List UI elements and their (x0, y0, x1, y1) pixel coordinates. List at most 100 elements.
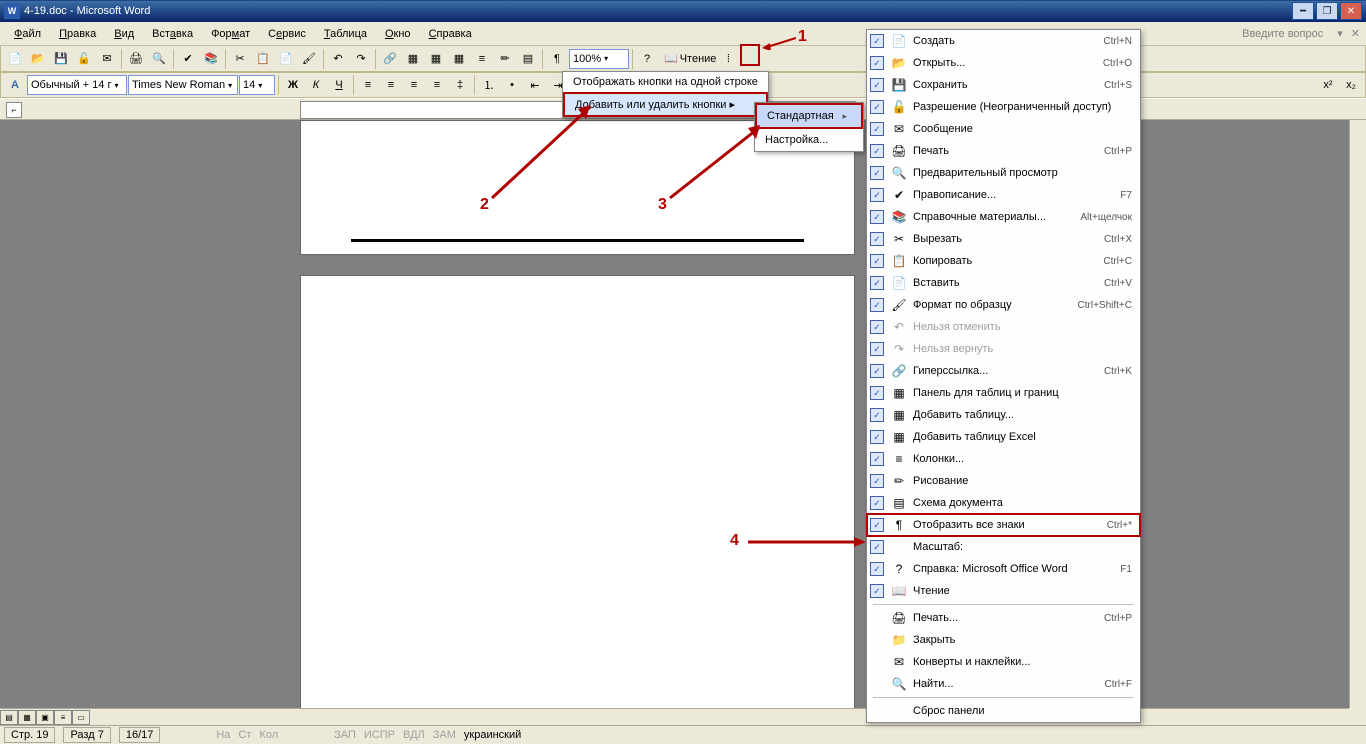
undo-button[interactable]: ↶ (327, 48, 349, 70)
align-center-button[interactable]: ≡ (380, 74, 402, 96)
save-button[interactable]: 💾 (50, 48, 72, 70)
menu-view[interactable]: Вид (106, 26, 142, 42)
cmd-item[interactable]: ✓📄ВставитьCtrl+V (867, 272, 1140, 294)
web-view-button[interactable]: ▦ (18, 710, 36, 725)
cmd-item[interactable]: ✓▦Панель для таблиц и границ (867, 382, 1140, 404)
zoom-combo[interactable]: 100%▾ (569, 49, 629, 69)
cmd-item[interactable]: ✓≡Колонки... (867, 448, 1140, 470)
redo-button[interactable]: ↷ (350, 48, 372, 70)
copy-button[interactable]: 📋 (252, 48, 274, 70)
spelling-button[interactable]: ✔ (177, 48, 199, 70)
hyperlink-button[interactable]: 🔗 (379, 48, 401, 70)
numbering-button[interactable]: ⒈ (478, 74, 500, 96)
research-button[interactable]: 📚 (200, 48, 222, 70)
mail-button[interactable]: ✉ (96, 48, 118, 70)
cmd-item[interactable]: ✓📄СоздатьCtrl+N (867, 30, 1140, 52)
style-combo[interactable]: Обычный + 14 г▾ (27, 75, 127, 95)
maximize-button[interactable]: ❐ (1316, 2, 1338, 20)
cmd-item[interactable]: ✓▦Добавить таблицу Excel (867, 426, 1140, 448)
drawing-button[interactable]: ✏ (494, 48, 516, 70)
tables-borders-button[interactable]: ▦ (402, 48, 424, 70)
permission-button[interactable]: 🔓 (73, 48, 95, 70)
cmd-item[interactable]: ✓🖌Формат по образцуCtrl+Shift+C (867, 294, 1140, 316)
justify-button[interactable]: ≡ (426, 74, 448, 96)
preview-button[interactable]: 🔍 (148, 48, 170, 70)
vertical-scrollbar[interactable] (1349, 120, 1366, 708)
cmd-item[interactable]: ✓🔗Гиперссылка...Ctrl+K (867, 360, 1140, 382)
normal-view-button[interactable]: ▤ (0, 710, 18, 725)
help-search[interactable]: Введите вопрос (1242, 28, 1331, 40)
font-combo[interactable]: Times New Roman▾ (128, 75, 238, 95)
doc-map-button[interactable]: ▤ (517, 48, 539, 70)
styles-pane-button[interactable]: A (4, 74, 26, 96)
underline-button[interactable]: Ч (328, 74, 350, 96)
align-right-button[interactable]: ≡ (403, 74, 425, 96)
show-one-row-item[interactable]: Отображать кнопки на одной строке (563, 72, 768, 92)
bullets-button[interactable]: • (501, 74, 523, 96)
cmd-item[interactable]: ✓🖨ПечатьCtrl+P (867, 140, 1140, 162)
cmd-item[interactable]: ✓💾СохранитьCtrl+S (867, 74, 1140, 96)
subscript-button[interactable]: x₂ (1340, 74, 1362, 96)
cmd-item[interactable]: ✓📚Справочные материалы...Alt+щелчок (867, 206, 1140, 228)
cut-button[interactable]: ✂ (229, 48, 251, 70)
size-combo[interactable]: 14▾ (239, 75, 275, 95)
minimize-button[interactable]: ━ (1292, 2, 1314, 20)
customize-item[interactable]: Настройка... (755, 129, 863, 151)
print-button[interactable]: 🖨 (125, 48, 147, 70)
format-painter-button[interactable]: 🖌 (298, 48, 320, 70)
cmd-item[interactable]: ✓▦Добавить таблицу... (867, 404, 1140, 426)
bold-button[interactable]: Ж (282, 74, 304, 96)
cmd-item[interactable]: ✓¶Отобразить все знакиCtrl+* (867, 514, 1140, 536)
menu-file[interactable]: Файл (6, 26, 49, 42)
menu-window[interactable]: Окно (377, 26, 419, 42)
cmd-item[interactable]: ✉Конверты и наклейки... (867, 651, 1140, 673)
close-button[interactable]: ✕ (1340, 2, 1362, 20)
menu-help[interactable]: Справка (421, 26, 480, 42)
tab-selector[interactable]: ⌐ (6, 102, 22, 118)
standard-toolbar-item[interactable]: Стандартная▸ (755, 103, 863, 129)
outline-view-button[interactable]: ≡ (54, 710, 72, 725)
cmd-item[interactable]: 🔍Найти...Ctrl+F (867, 673, 1140, 695)
line-spacing-button[interactable]: ‡ (449, 74, 471, 96)
cmd-item[interactable]: ✓📋КопироватьCtrl+C (867, 250, 1140, 272)
outdent-button[interactable]: ⇤ (524, 74, 546, 96)
insert-table-button[interactable]: ▦ (425, 48, 447, 70)
toolbar-options-button[interactable]: ⁞ (722, 48, 734, 70)
reading-view-button[interactable]: ▭ (72, 710, 90, 725)
cmd-item[interactable]: ✓↶Нельзя отменить (867, 316, 1140, 338)
cmd-item[interactable]: ✓✔Правописание...F7 (867, 184, 1140, 206)
help-button[interactable]: ? (636, 48, 658, 70)
cmd-item[interactable]: ✓✏Рисование (867, 470, 1140, 492)
superscript-button[interactable]: x² (1317, 74, 1339, 96)
cmd-item[interactable]: ✓↷Нельзя вернуть (867, 338, 1140, 360)
cmd-item[interactable]: ✓🔍Предварительный просмотр (867, 162, 1140, 184)
cmd-item[interactable]: 📁Закрыть (867, 629, 1140, 651)
columns-button[interactable]: ≡ (471, 48, 493, 70)
print-view-button[interactable]: ▣ (36, 710, 54, 725)
cmd-item[interactable]: ✓✉Сообщение (867, 118, 1140, 140)
menu-format[interactable]: Формат (203, 26, 258, 42)
menu-insert[interactable]: Вставка (144, 26, 201, 42)
menu-table[interactable]: Таблица (316, 26, 375, 42)
new-button[interactable]: 📄 (4, 48, 26, 70)
menu-edit[interactable]: Правка (51, 26, 104, 42)
italic-button[interactable]: К (305, 74, 327, 96)
cmd-item[interactable]: ✓?Справка: Microsoft Office WordF1 (867, 558, 1140, 580)
excel-button[interactable]: ▦ (448, 48, 470, 70)
cmd-item[interactable]: ✓📖Чтение (867, 580, 1140, 602)
cmd-item[interactable]: ✓📂Открыть...Ctrl+O (867, 52, 1140, 74)
show-marks-button[interactable]: ¶ (546, 48, 568, 70)
page-current[interactable] (300, 275, 855, 708)
reading-button[interactable]: 📖 Чтение (659, 48, 721, 70)
menu-tools[interactable]: Сервис (260, 26, 314, 42)
doc-close-button[interactable]: ✕ (1351, 27, 1360, 40)
paste-button[interactable]: 📄 (275, 48, 297, 70)
open-button[interactable]: 📂 (27, 48, 49, 70)
cmd-item[interactable]: ✓✂ВырезатьCtrl+X (867, 228, 1140, 250)
horizontal-scrollbar[interactable]: ▤ ▦ ▣ ≡ ▭ (0, 708, 1349, 725)
align-left-button[interactable]: ≡ (357, 74, 379, 96)
cmd-item[interactable]: 🖨Печать...Ctrl+P (867, 607, 1140, 629)
cmd-item[interactable]: ✓▤Схема документа (867, 492, 1140, 514)
cmd-item[interactable]: ✓Масштаб: (867, 536, 1140, 558)
cmd-item[interactable]: Сброс панели (867, 700, 1140, 722)
